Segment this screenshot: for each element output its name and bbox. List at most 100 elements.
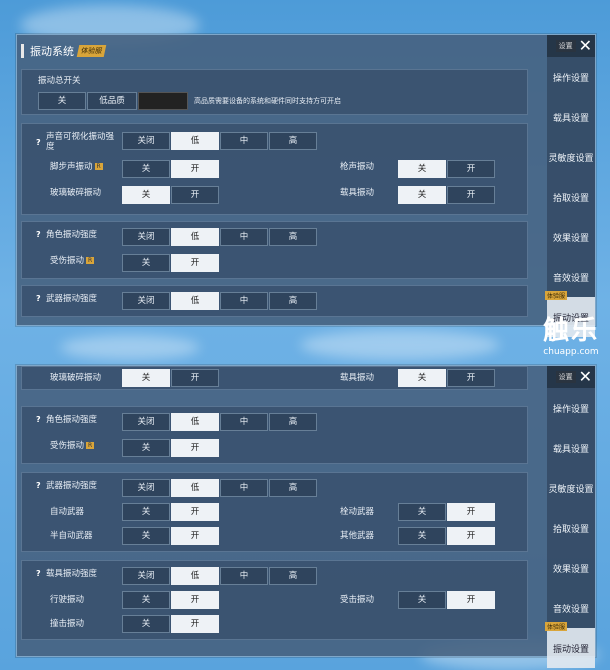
- sidebar-header: 设置 ✕: [547, 366, 595, 388]
- other-weapon-off[interactable]: 关: [398, 527, 446, 545]
- settings-panel-top: 振动系统 体验服 振动总开关 关 低品质 高品质需要设备的系统和硬件同时支持方可…: [16, 34, 596, 337]
- gunshot-vibration-label: 枪声振动: [340, 162, 375, 172]
- sound-level-off[interactable]: 关闭: [122, 132, 170, 150]
- character-vibration-label: 角色振动强度: [46, 230, 98, 240]
- semi-weapon-on[interactable]: 开: [171, 527, 219, 545]
- hurt-on[interactable]: 开: [171, 254, 219, 272]
- master-switch-label: 振动总开关: [38, 76, 81, 86]
- weapon-vibration-section: ? 武器振动强度 关闭 低 中 高: [21, 285, 528, 317]
- sidebar-item-controls[interactable]: 操作设置: [547, 388, 595, 428]
- glass-vibration-label: 玻璃破碎振动: [50, 373, 102, 383]
- glass-vibration-label: 玻璃破碎振动: [50, 188, 102, 198]
- sound-level-high[interactable]: 高: [269, 132, 317, 150]
- master-low-quality-option[interactable]: 低品质: [87, 92, 137, 110]
- char-level-off[interactable]: 关闭: [122, 228, 170, 246]
- glass-on[interactable]: 开: [171, 369, 219, 387]
- bolt-weapon-off[interactable]: 关: [398, 503, 446, 521]
- master-switch-section: 振动总开关 关 低品质 高品质需要设备的系统和硬件同时支持方可开启: [21, 69, 528, 115]
- sound-level-low[interactable]: 低: [171, 132, 219, 150]
- vehicle-vibration-section: ? 载具振动强度 关闭 低 中 高 行驶振动 关 开 受击振动 关 开 撞击振动…: [21, 560, 528, 640]
- vehicle-level-off[interactable]: 关闭: [122, 567, 170, 585]
- weapon-level-high[interactable]: 高: [269, 292, 317, 310]
- sidebar-item-effects[interactable]: 效果设置: [547, 217, 595, 257]
- vehicle-on[interactable]: 开: [447, 369, 495, 387]
- weapon-level-high[interactable]: 高: [269, 479, 317, 497]
- help-icon[interactable]: ?: [36, 230, 46, 239]
- glass-on[interactable]: 开: [171, 186, 219, 204]
- gunshot-off[interactable]: 关: [398, 160, 446, 178]
- char-level-mid[interactable]: 中: [220, 228, 268, 246]
- sidebar-item-vibration[interactable]: 体验服 振动设置: [545, 622, 595, 668]
- hurt-on[interactable]: 开: [171, 439, 219, 457]
- sidebar-item-sensitivity[interactable]: 灵敏度设置: [547, 137, 595, 177]
- driving-off[interactable]: 关: [122, 591, 170, 609]
- character-vibration-label: 角色振动强度: [46, 415, 98, 425]
- weapon-level-low[interactable]: 低: [171, 479, 219, 497]
- weapon-level-off[interactable]: 关闭: [122, 292, 170, 310]
- vehicle-off[interactable]: 关: [398, 186, 446, 204]
- help-icon[interactable]: ?: [36, 294, 46, 303]
- auto-weapon-on[interactable]: 开: [171, 503, 219, 521]
- vehicle-level-high[interactable]: 高: [269, 567, 317, 585]
- vehicle-strength-label: 载具振动强度: [46, 569, 98, 579]
- help-icon[interactable]: ?: [36, 415, 46, 424]
- vehicle-off[interactable]: 关: [398, 369, 446, 387]
- crash-on[interactable]: 开: [171, 615, 219, 633]
- char-level-high[interactable]: 高: [269, 413, 317, 431]
- char-level-low[interactable]: 低: [171, 228, 219, 246]
- char-level-low[interactable]: 低: [171, 413, 219, 431]
- crash-off[interactable]: 关: [122, 615, 170, 633]
- glass-off[interactable]: 关: [122, 186, 170, 204]
- hit-on[interactable]: 开: [447, 591, 495, 609]
- help-icon[interactable]: ?: [36, 481, 46, 490]
- sidebar-item-pickup[interactable]: 拾取设置: [547, 508, 595, 548]
- auto-weapon-off[interactable]: 关: [122, 503, 170, 521]
- title-accent-bar: [21, 44, 24, 58]
- vehicle-vibration-label: 载具振动: [340, 188, 375, 198]
- settings-label: 设置: [555, 371, 576, 383]
- sound-level-mid[interactable]: 中: [220, 132, 268, 150]
- master-high-quality-option[interactable]: [138, 92, 188, 110]
- weapon-level-low[interactable]: 低: [171, 292, 219, 310]
- glass-off[interactable]: 关: [122, 369, 170, 387]
- char-level-high[interactable]: 高: [269, 228, 317, 246]
- close-icon[interactable]: ✕: [579, 38, 592, 54]
- hurt-off[interactable]: 关: [122, 254, 170, 272]
- footstep-on[interactable]: 开: [171, 160, 219, 178]
- weapon-level-mid[interactable]: 中: [220, 292, 268, 310]
- sidebar-item-sensitivity[interactable]: 灵敏度设置: [547, 468, 595, 508]
- char-level-mid[interactable]: 中: [220, 413, 268, 431]
- hurt-off[interactable]: 关: [122, 439, 170, 457]
- char-level-off[interactable]: 关闭: [122, 413, 170, 431]
- settings-sidebar: 设置 ✕ 操作设置 载具设置 灵敏度设置 拾取设置 效果设置 音效设置 体验服 …: [545, 366, 595, 668]
- weapon-level-off[interactable]: 关闭: [122, 479, 170, 497]
- weapon-level-mid[interactable]: 中: [220, 479, 268, 497]
- master-off-option[interactable]: 关: [38, 92, 86, 110]
- gunshot-on[interactable]: 开: [447, 160, 495, 178]
- crash-vibration-label: 撞击振动: [50, 619, 85, 629]
- help-icon[interactable]: ?: [36, 138, 46, 147]
- sidebar-item-pickup[interactable]: 拾取设置: [547, 177, 595, 217]
- hit-off[interactable]: 关: [398, 591, 446, 609]
- vehicle-on[interactable]: 开: [447, 186, 495, 204]
- semi-weapon-off[interactable]: 关: [122, 527, 170, 545]
- sidebar-item-vehicle[interactable]: 载具设置: [547, 97, 595, 137]
- sidebar-item-vehicle[interactable]: 载具设置: [547, 428, 595, 468]
- driving-on[interactable]: 开: [171, 591, 219, 609]
- sidebar-item-effects[interactable]: 效果设置: [547, 548, 595, 588]
- vehicle-level-low[interactable]: 低: [171, 567, 219, 585]
- semi-auto-weapon-label: 半自动武器: [50, 531, 93, 541]
- other-weapon-on[interactable]: 开: [447, 527, 495, 545]
- driving-vibration-label: 行驶振动: [50, 595, 85, 605]
- sidebar-item-controls[interactable]: 操作设置: [547, 57, 595, 97]
- sidebar-item-label: 振动设置: [552, 644, 589, 655]
- settings-sidebar: 设置 ✕ 操作设置 载具设置 灵敏度设置 拾取设置 效果设置 音效设置 体验服 …: [545, 35, 595, 337]
- bolt-weapon-on[interactable]: 开: [447, 503, 495, 521]
- watermark-url: chuapp.com: [543, 347, 599, 357]
- master-note: 高品质需要设备的系统和硬件同时支持方可开启: [194, 97, 341, 105]
- close-icon[interactable]: ✕: [579, 369, 592, 385]
- help-icon[interactable]: ?: [36, 569, 46, 578]
- footstep-off[interactable]: 关: [122, 160, 170, 178]
- partial-sound-section: 玻璃破碎振动 关 开 载具振动 关 开: [21, 366, 528, 390]
- vehicle-level-mid[interactable]: 中: [220, 567, 268, 585]
